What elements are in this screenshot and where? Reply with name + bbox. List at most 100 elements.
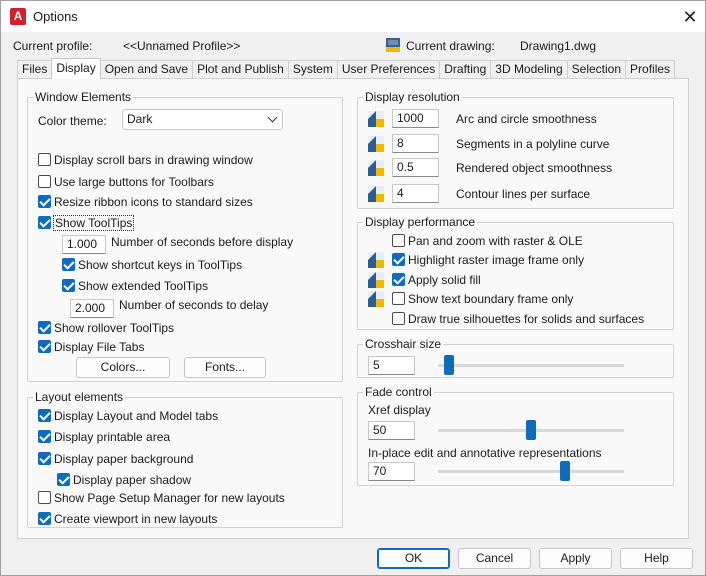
file-tabs-checkbox[interactable] (38, 340, 51, 353)
inplace-edit-label: In-place edit and annotative representat… (368, 446, 602, 460)
rollover-tooltips-label: Show rollover ToolTips (54, 321, 175, 335)
current-profile-value: <<Unnamed Profile>> (123, 39, 241, 53)
printable-area-checkbox[interactable] (38, 430, 51, 443)
layout-model-tabs-checkbox[interactable] (38, 409, 51, 422)
rendered-smoothness-label: Rendered object smoothness (456, 161, 613, 175)
title-bar: A Options ✕ (1, 1, 705, 32)
page-setup-manager-label: Show Page Setup Manager for new layouts (54, 491, 285, 505)
crosshair-size-slider-track[interactable] (438, 364, 624, 367)
window-elements-title: Window Elements (33, 90, 134, 104)
color-theme-select[interactable]: Dark (122, 109, 283, 130)
drawing-saved-icon (368, 272, 384, 288)
seconds-delay-input[interactable]: 2.000 (70, 299, 114, 318)
create-viewport-label: Create viewport in new layouts (54, 512, 218, 526)
help-button[interactable]: Help (620, 548, 693, 569)
scroll-bars-checkbox[interactable] (38, 153, 51, 166)
paper-background-checkbox[interactable] (38, 452, 51, 465)
inplace-edit-slider-track[interactable] (438, 470, 624, 473)
contour-lines-input[interactable]: 4 (392, 184, 439, 203)
highlight-raster-label: Highlight raster image frame only (408, 253, 585, 267)
current-drawing-label: Current drawing: (406, 39, 495, 53)
current-drawing-value: Drawing1.dwg (520, 39, 597, 53)
show-tooltips-checkbox[interactable] (38, 216, 51, 229)
display-resolution-title: Display resolution (363, 90, 462, 104)
create-viewport-checkbox[interactable] (38, 512, 51, 525)
paper-shadow-checkbox[interactable] (57, 473, 70, 486)
drawing-saved-icon (368, 111, 384, 127)
true-silhouettes-checkbox[interactable] (392, 312, 405, 325)
chevron-down-icon (267, 112, 278, 123)
tab-selection[interactable]: Selection (566, 60, 627, 79)
fonts-button[interactable]: Fonts... (184, 357, 266, 378)
text-boundary-label: Show text boundary frame only (408, 292, 574, 306)
apply-solid-fill-label: Apply solid fill (408, 273, 481, 287)
polyline-segments-input[interactable]: 8 (392, 134, 439, 153)
color-theme-label: Color theme: (38, 114, 107, 128)
options-dialog: A Options ✕ Current profile: <<Unnamed P… (0, 0, 706, 576)
color-theme-value: Dark (127, 112, 153, 126)
window-title: Options (33, 9, 78, 24)
large-buttons-checkbox[interactable] (38, 175, 51, 188)
paper-background-label: Display paper background (54, 452, 194, 466)
inplace-edit-input[interactable]: 70 (368, 462, 415, 481)
rollover-tooltips-checkbox[interactable] (38, 321, 51, 334)
highlight-raster-checkbox[interactable] (392, 253, 405, 266)
arc-smoothness-input[interactable]: 1000 (392, 109, 439, 128)
xref-display-slider-thumb[interactable] (526, 420, 536, 440)
apply-solid-fill-checkbox[interactable] (392, 273, 405, 286)
crosshair-size-title: Crosshair size (363, 337, 444, 351)
layout-elements-title: Layout elements (33, 390, 126, 404)
display-performance-title: Display performance (363, 215, 478, 229)
text-boundary-checkbox[interactable] (392, 292, 405, 305)
tab-3d-modeling[interactable]: 3D Modeling (490, 60, 568, 79)
inplace-edit-slider-thumb[interactable] (560, 461, 570, 481)
paper-shadow-label: Display paper shadow (73, 473, 192, 487)
tab-strip: Files Display Open and Save Plot and Pub… (17, 58, 676, 79)
ok-button[interactable]: OK (377, 548, 450, 569)
true-silhouettes-label: Draw true silhouettes for solids and sur… (408, 312, 645, 326)
scroll-bars-label: Display scroll bars in drawing window (54, 153, 253, 167)
drawing-saved-icon (368, 252, 384, 268)
tab-files[interactable]: Files (17, 60, 53, 79)
arc-smoothness-label: Arc and circle smoothness (456, 112, 597, 126)
show-tooltips-label: Show ToolTips (53, 215, 135, 231)
tab-display[interactable]: Display (51, 58, 101, 79)
shortcut-keys-label: Show shortcut keys in ToolTips (78, 258, 243, 272)
resize-ribbon-label: Resize ribbon icons to standard sizes (54, 195, 253, 209)
tab-profiles[interactable]: Profiles (625, 60, 676, 79)
seconds-delay-label: Number of seconds to delay (119, 298, 269, 312)
apply-button[interactable]: Apply (539, 548, 612, 569)
fade-control-title: Fade control (363, 385, 434, 399)
crosshair-size-input[interactable]: 5 (368, 356, 415, 375)
layout-model-tabs-label: Display Layout and Model tabs (54, 409, 219, 423)
xref-display-label: Xref display (368, 403, 431, 417)
polyline-segments-label: Segments in a polyline curve (456, 137, 610, 151)
tab-system[interactable]: System (287, 60, 338, 79)
drawing-saved-icon (368, 291, 384, 307)
close-button[interactable]: ✕ (677, 5, 703, 29)
pan-zoom-label: Pan and zoom with raster & OLE (408, 234, 583, 248)
contour-lines-label: Contour lines per surface (456, 187, 591, 201)
crosshair-size-slider-thumb[interactable] (444, 355, 454, 375)
large-buttons-label: Use large buttons for Toolbars (54, 175, 214, 189)
cancel-button[interactable]: Cancel (458, 548, 531, 569)
xref-display-input[interactable]: 50 (368, 421, 415, 440)
tab-plot-and-publish[interactable]: Plot and Publish (192, 60, 289, 79)
page-setup-manager-checkbox[interactable] (38, 491, 51, 504)
tab-open-and-save[interactable]: Open and Save (99, 60, 194, 79)
file-tabs-label: Display File Tabs (54, 340, 145, 354)
rendered-smoothness-input[interactable]: 0.5 (392, 158, 439, 177)
tab-user-preferences[interactable]: User Preferences (336, 60, 441, 79)
colors-button[interactable]: Colors... (76, 357, 170, 378)
resize-ribbon-checkbox[interactable] (38, 195, 51, 208)
shortcut-keys-checkbox[interactable] (62, 258, 75, 271)
seconds-before-display-label: Number of seconds before display (111, 235, 294, 249)
extended-tooltips-label: Show extended ToolTips (78, 279, 209, 293)
current-profile-label: Current profile: (13, 39, 93, 53)
drawing-file-icon (386, 38, 400, 52)
seconds-before-display-input[interactable]: 1.000 (62, 235, 106, 254)
pan-zoom-checkbox[interactable] (392, 234, 405, 247)
extended-tooltips-checkbox[interactable] (62, 279, 75, 292)
drawing-saved-icon (368, 160, 384, 176)
tab-drafting[interactable]: Drafting (439, 60, 492, 79)
